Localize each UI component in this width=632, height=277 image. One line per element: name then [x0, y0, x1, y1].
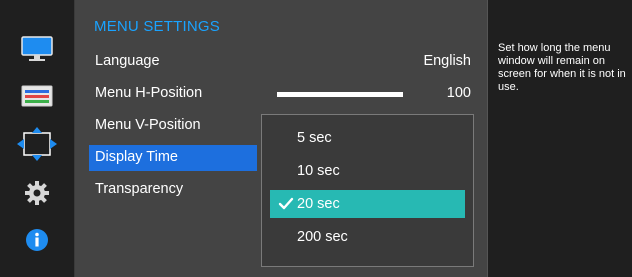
option-20-sec[interactable]: 20 sec — [270, 190, 465, 218]
menu-item-label: Transparency — [95, 181, 184, 197]
menu-item-label: Menu H-Position — [95, 85, 203, 101]
option-label: 20 sec — [297, 196, 340, 212]
checkmark-icon — [278, 197, 294, 210]
help-panel: Set how long the menu window will remain… — [488, 0, 632, 277]
h-position-slider[interactable] — [277, 92, 403, 97]
sidebar-item-color[interactable] — [15, 80, 59, 112]
osd-sidebar — [0, 0, 75, 277]
sidebar-item-picture[interactable] — [15, 33, 59, 65]
menu-item-menu-h-position[interactable]: Menu H-Position 100 — [87, 81, 471, 107]
menu-item-language[interactable]: Language English — [87, 49, 471, 75]
display-time-dropdown: 5 sec 10 sec 20 sec 200 sec — [261, 114, 474, 267]
option-label: 10 sec — [297, 163, 340, 179]
gear-icon — [25, 181, 49, 205]
color-icon — [21, 85, 53, 107]
monitor-osd: MENU SETTINGS Language English Menu H-Po… — [0, 0, 632, 277]
sidebar-item-size-position[interactable] — [15, 127, 59, 161]
menu-item-value: 100 — [446, 85, 471, 101]
option-10-sec[interactable]: 10 sec — [270, 157, 465, 185]
option-5-sec[interactable]: 5 sec — [270, 124, 465, 152]
size-position-icon — [17, 127, 57, 161]
option-200-sec[interactable]: 200 sec — [270, 223, 465, 251]
help-text: Set how long the menu window will remain… — [498, 42, 626, 93]
menu-item-value: English — [423, 53, 471, 69]
option-label: 5 sec — [297, 130, 332, 146]
option-label: 200 sec — [297, 229, 348, 245]
sidebar-item-system[interactable] — [15, 177, 59, 209]
info-icon — [26, 229, 48, 251]
menu-item-label: Display Time — [95, 149, 178, 165]
menu-title: MENU SETTINGS — [94, 18, 220, 35]
menu-item-display-time[interactable]: Display Time — [89, 145, 257, 171]
sidebar-item-information[interactable] — [15, 224, 59, 256]
menu-item-label: Language — [95, 53, 160, 69]
picture-icon — [21, 36, 53, 61]
menu-item-label: Menu V-Position — [95, 117, 201, 133]
